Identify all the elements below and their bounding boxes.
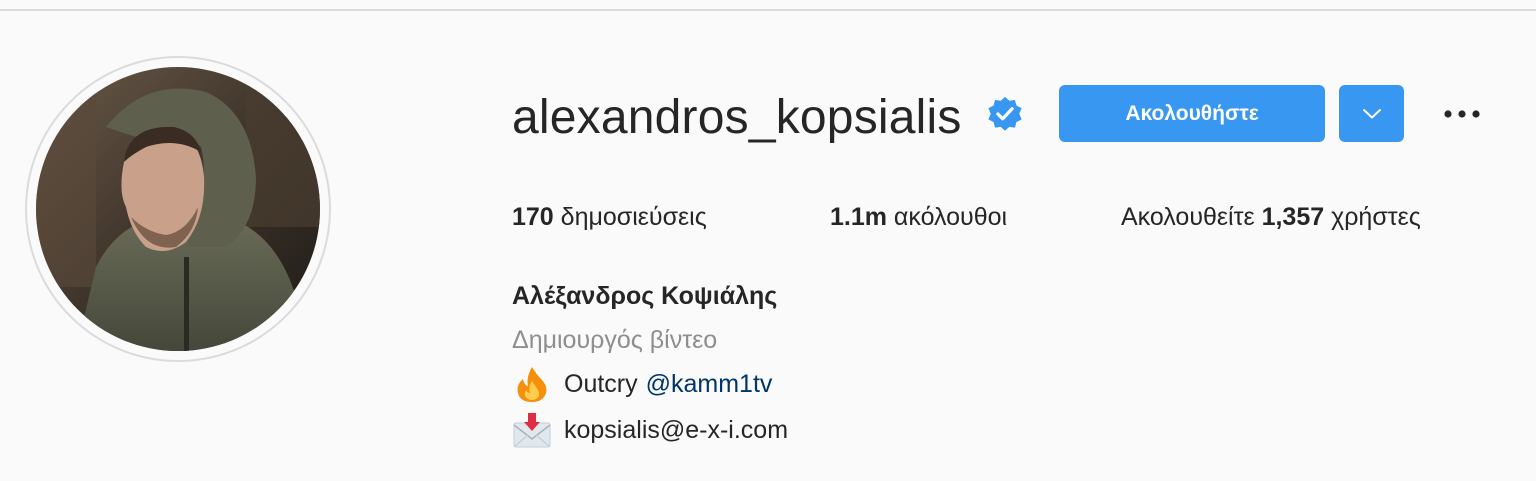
posts-count-label: δημοσιεύσεις xyxy=(553,203,707,231)
more-options-button[interactable] xyxy=(1436,92,1488,136)
top-divider xyxy=(0,9,1536,11)
envelope-emoji-icon xyxy=(512,410,552,450)
suggestions-dropdown-button[interactable] xyxy=(1339,85,1404,142)
posts-count: 170 δημοσιεύσεις xyxy=(512,197,707,237)
followers-link[interactable]: 1.1m ακόλουθοι xyxy=(830,197,1007,237)
following-count-value: 1,357 xyxy=(1261,203,1325,231)
category-label: Δημιουργός βίντεο xyxy=(512,326,718,354)
chevron-down-icon xyxy=(1362,108,1381,118)
bio-line: Outcry @kamm1tv xyxy=(512,364,772,404)
email-text[interactable]: kopsialis@e-x-i.com xyxy=(564,410,788,450)
followers-count-label: ακόλουθοι xyxy=(886,203,1008,231)
avatar-ring[interactable] xyxy=(25,56,331,362)
verified-badge-icon xyxy=(986,95,1024,133)
more-horizontal-icon xyxy=(1444,110,1480,118)
posts-count-value: 170 xyxy=(512,203,554,231)
follow-button[interactable]: Ακολουθήστε xyxy=(1059,85,1325,142)
following-suffix: χρήστες xyxy=(1324,203,1421,231)
following-link[interactable]: Ακολουθείτε 1,357 χρήστες xyxy=(1121,197,1421,237)
bio-line: kopsialis@e-x-i.com xyxy=(512,410,788,450)
profile-page: alexandros_kopsialis Ακολουθήστε 170 δημ… xyxy=(0,0,1536,481)
fire-emoji-icon xyxy=(512,364,552,404)
following-prefix: Ακολουθείτε xyxy=(1121,203,1262,231)
mention-link[interactable]: @kamm1tv xyxy=(646,364,773,404)
avatar[interactable] xyxy=(36,67,320,351)
avatar-photo xyxy=(36,67,320,351)
bio-text: Outcry xyxy=(564,370,638,398)
followers-count-value: 1.1m xyxy=(830,203,887,231)
full-name: Αλέξανδρος Κοψιάλης xyxy=(512,282,778,310)
username: alexandros_kopsialis xyxy=(512,91,962,144)
